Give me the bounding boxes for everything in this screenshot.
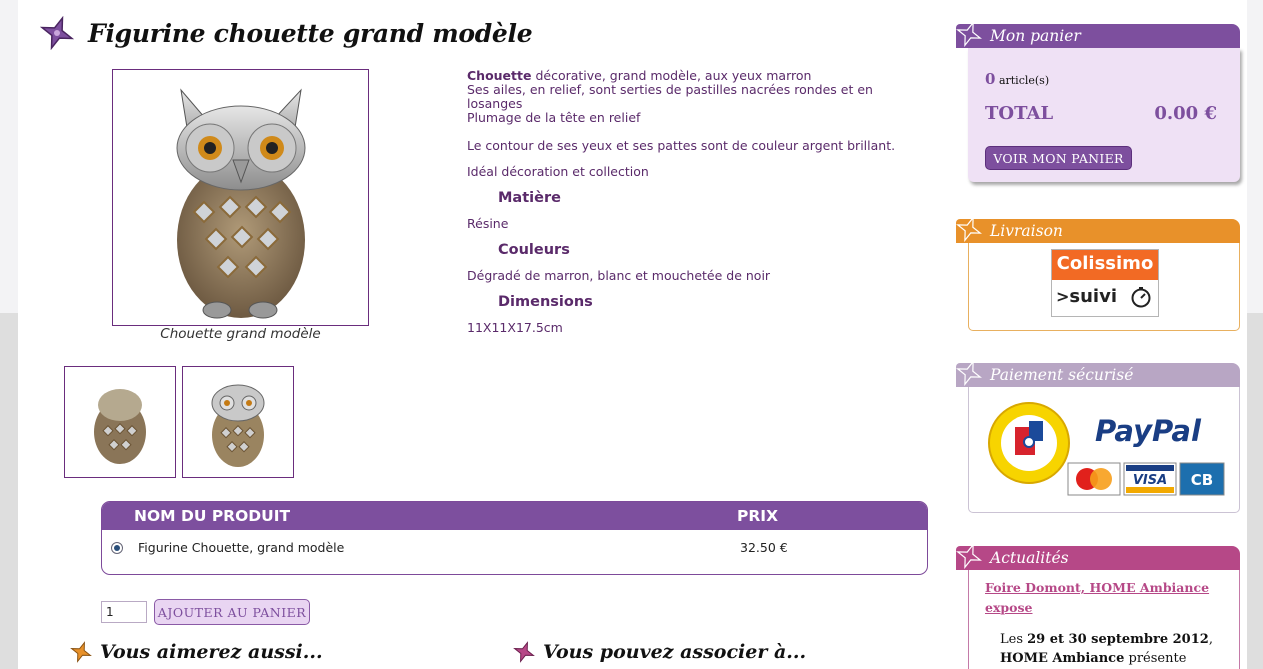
cart-panel: 0 article(s) TOTAL 0.00 € VOIR MON PANIE… bbox=[968, 48, 1240, 182]
star-icon bbox=[40, 16, 74, 50]
delivery-panel: Colissimo >suivi bbox=[968, 243, 1240, 331]
delivery-title: Livraison bbox=[990, 222, 1063, 240]
delivery-panel-header: Livraison bbox=[956, 216, 1240, 243]
page-content: Figurine chouette grand modèle Chouette … bbox=[18, 0, 1247, 669]
material-heading: Matière bbox=[498, 190, 561, 206]
star-icon bbox=[70, 641, 92, 663]
svg-text:CB: CB bbox=[1191, 471, 1213, 489]
dimensions-value: 11X11X17.5cm bbox=[467, 320, 563, 335]
cart-title: Mon panier bbox=[990, 27, 1081, 45]
mastercard-icon bbox=[1067, 462, 1121, 496]
news-panel: Foire Domont, HOME Ambiance expose Les 2… bbox=[968, 570, 1240, 669]
payment-panel-header: Paiement sécurisé bbox=[956, 360, 1240, 387]
description-line: Idéal décoration et collection bbox=[467, 164, 649, 179]
product-main-image[interactable] bbox=[112, 69, 369, 326]
visa-icon: VISA bbox=[1123, 462, 1177, 496]
product-table: NOM DU PRODUIT PRIX Figurine Chouette, g… bbox=[101, 501, 928, 575]
column-header-price: PRIX bbox=[737, 507, 779, 525]
cart-count: 0 article(s) bbox=[985, 70, 1050, 88]
product-name: Figurine Chouette, grand modèle bbox=[138, 540, 345, 555]
payment-title: Paiement sécurisé bbox=[990, 366, 1134, 384]
page-title: Figurine chouette grand modèle bbox=[88, 18, 533, 48]
product-description: Chouette décorative, grand modèle, aux y… bbox=[467, 69, 907, 335]
description-line: Le contour de ses yeux et ses pattes son… bbox=[467, 138, 896, 153]
news-text: Les 29 et 30 septembre 2012, HOME Ambian… bbox=[1000, 632, 1213, 666]
colors-heading: Couleurs bbox=[498, 242, 570, 258]
payment-logos: PayPal VISA CB bbox=[988, 402, 1225, 496]
clock-icon bbox=[1131, 287, 1151, 308]
description-lead: Chouette décorative, grand modèle, aux y… bbox=[467, 68, 812, 83]
star-icon bbox=[956, 360, 982, 386]
product-price: 32.50 € bbox=[740, 540, 788, 555]
image-caption: Chouette grand modèle bbox=[160, 326, 321, 342]
star-icon bbox=[956, 21, 982, 47]
colissimo-logo: Colissimo >suivi bbox=[1051, 249, 1159, 317]
description-line: Plumage de la tête en relief bbox=[467, 110, 641, 125]
star-icon bbox=[956, 216, 982, 242]
cart-total: TOTAL 0.00 € bbox=[985, 103, 1217, 124]
view-cart-button[interactable]: VOIR MON PANIER bbox=[985, 146, 1132, 170]
star-icon bbox=[956, 543, 982, 569]
quantity-input[interactable] bbox=[101, 601, 147, 623]
thumbnail-2[interactable] bbox=[182, 366, 294, 478]
svg-text:PayPal: PayPal bbox=[1095, 414, 1202, 448]
description-line: Ses ailes, en relief, sont serties de pa… bbox=[467, 82, 873, 111]
payment-panel: PayPal VISA CB bbox=[968, 387, 1240, 513]
product-radio[interactable] bbox=[111, 542, 123, 554]
table-row[interactable]: Figurine Chouette, grand modèle 32.50 € bbox=[102, 530, 927, 566]
news-panel-header: Actualités bbox=[956, 543, 1240, 570]
product-header: Figurine chouette grand modèle bbox=[40, 16, 533, 50]
total-value: 0.00 € bbox=[1154, 103, 1217, 124]
star-icon bbox=[513, 641, 535, 663]
also-like-title: Vous aimerez aussi... bbox=[100, 641, 323, 663]
news-link[interactable]: Foire Domont, HOME Ambiance expose bbox=[985, 578, 1215, 618]
owl-back-thumbnail bbox=[94, 389, 146, 464]
associate-section: Vous pouvez associer à... bbox=[513, 641, 806, 663]
news-title: Actualités bbox=[990, 549, 1069, 567]
total-label: TOTAL bbox=[985, 103, 1054, 124]
also-like-section: Vous aimerez aussi... bbox=[70, 641, 323, 663]
dimensions-heading: Dimensions bbox=[498, 294, 593, 310]
owl-image bbox=[176, 88, 306, 319]
add-to-cart-button[interactable]: AJOUTER AU PANIER bbox=[154, 599, 310, 625]
svg-text:VISA: VISA bbox=[1133, 473, 1167, 488]
secure-seal-icon bbox=[988, 402, 1070, 484]
colors-value: Dégradé de marron, blanc et mouchetée de… bbox=[467, 268, 771, 283]
thumbnail-1[interactable] bbox=[64, 366, 176, 478]
cb-card-icon: CB bbox=[1179, 462, 1225, 496]
table-header: NOM DU PRODUIT PRIX bbox=[102, 502, 927, 530]
material-value: Résine bbox=[467, 216, 509, 231]
cart-panel-header: Mon panier bbox=[956, 21, 1240, 48]
associate-title: Vous pouvez associer à... bbox=[543, 641, 807, 663]
owl-front-thumbnail bbox=[211, 384, 265, 467]
column-header-name: NOM DU PRODUIT bbox=[134, 507, 291, 525]
